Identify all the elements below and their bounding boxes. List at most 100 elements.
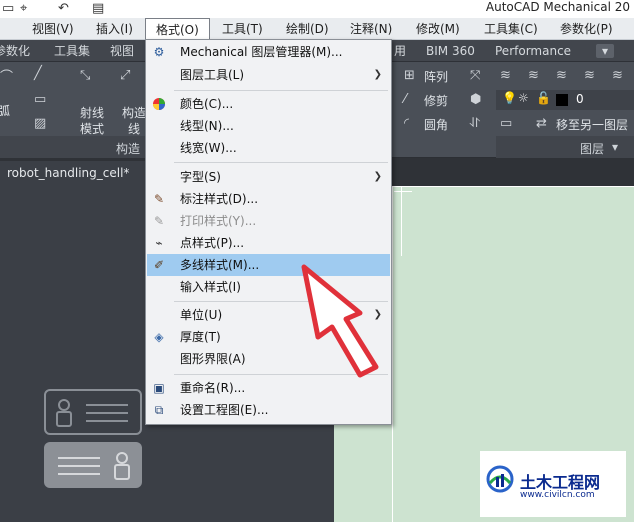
person-list-icon (56, 399, 128, 427)
ray-label: 射线 (80, 106, 105, 120)
menu-view[interactable]: 视图(V) (32, 18, 74, 40)
stretch-icon[interactable]: ⥯ (470, 116, 480, 131)
menu-item-label: 线宽(W)... (180, 141, 237, 155)
menu-item-label: 单位(U) (180, 308, 223, 322)
menu-insert[interactable]: 插入(I) (96, 18, 133, 40)
fillet-label[interactable]: 圆角 (424, 116, 448, 133)
file-tab[interactable]: robot_handling_cell* (0, 161, 146, 186)
crosshair-horizontal (394, 191, 412, 192)
mline-style-icon: ✐ (153, 258, 165, 272)
construct-label: 构造 (122, 106, 147, 120)
menu-annotate[interactable]: 注释(N) (350, 18, 392, 40)
menu-tools[interactable]: 工具(T) (222, 18, 263, 40)
ribbon-options-icon[interactable]: ▾ (596, 44, 615, 58)
layer-dropdown[interactable]: 💡 ☼ 🔓 0 (496, 90, 634, 110)
line-label: 线 (128, 122, 141, 136)
menu-item-label: 厚度(T) (180, 330, 221, 344)
menu-item-color[interactable]: 颜色(C)... (147, 93, 390, 115)
tab-partial[interactable]: 用 (394, 40, 406, 62)
unlock-icon: 🔓 (536, 91, 551, 105)
menu-item-dim-style[interactable]: ✎ 标注样式(D)... (147, 188, 390, 210)
cursor-icon: ⌖ (20, 1, 28, 16)
menu-item-lineweight[interactable]: 线宽(W)... (147, 137, 390, 159)
plot-style-icon: ✎ (153, 214, 165, 228)
move-layer-icon[interactable]: ⇄ (536, 116, 547, 131)
menu-item-label: Mechanical 图层管理器(M)... (180, 45, 343, 59)
layer-panel-title[interactable]: 图层 (580, 140, 604, 157)
menu-parametric[interactable]: 参数化(P) (560, 18, 613, 40)
plot-icon[interactable]: ▤ (92, 1, 104, 16)
layer-name: 0 (576, 92, 584, 106)
layer-off-icon[interactable]: ≋ (556, 68, 567, 83)
menu-item-label: 标注样式(D)... (180, 192, 259, 206)
array-label[interactable]: 阵列 (424, 68, 448, 85)
tab-view[interactable]: 视图 (110, 40, 134, 62)
sun-icon: ☼ (518, 91, 529, 105)
drawing-setup-icon: ⧉ (154, 403, 164, 417)
menu-draw[interactable]: 绘制(D) (286, 18, 329, 40)
menu-item-text-style[interactable]: 字型(S) ❯ (147, 166, 390, 188)
menu-item-label: 设置工程图(E)... (180, 403, 269, 417)
rename-icon: ▣ (153, 381, 165, 395)
save-icon[interactable]: ▭ (2, 1, 14, 16)
watermark: 土木工程网 www.civilcn.com (480, 451, 626, 517)
ray-icon[interactable]: ⤡ (80, 68, 90, 83)
crosshair-vertical (401, 186, 402, 256)
menu-item-plot-style: ✎ 打印样式(Y)... (147, 210, 390, 232)
annotation-arrow (301, 264, 379, 378)
tool-card-1[interactable] (44, 389, 142, 435)
layer-lock-icon[interactable]: ≋ (612, 68, 623, 83)
layer-state-icon[interactable]: ≋ (500, 68, 511, 83)
rectangle-icon[interactable]: ▭ (34, 92, 46, 107)
move-layer-label[interactable]: 移至另一图层 (556, 116, 628, 133)
menu-toolsets[interactable]: 工具集(C) (484, 18, 538, 40)
tab-toolsets[interactable]: 工具集 (54, 40, 90, 62)
app-title: AutoCAD Mechanical 20 (485, 0, 630, 14)
arc-label: 弧 (0, 104, 11, 118)
trim-icon[interactable]: ⁄ (404, 92, 406, 107)
construction-line-icon[interactable]: ⤢ (120, 68, 130, 83)
layer-color-swatch (556, 94, 568, 106)
menu-item-label: 输入样式(I) (180, 280, 241, 294)
tool-card-2[interactable] (44, 442, 142, 488)
menu-item-label: 重命名(R)... (180, 381, 246, 395)
array-icon[interactable]: ⊞ (404, 68, 415, 83)
explode-icon[interactable]: ⬢ (470, 92, 481, 107)
tab-bim360[interactable]: BIM 360 (426, 40, 475, 62)
layer-freeze-icon[interactable]: ≋ (584, 68, 595, 83)
menu-item-label: 图形界限(A) (180, 352, 246, 366)
offset-icon[interactable]: ⤧ (470, 68, 480, 83)
undo-icon[interactable]: ↶ (58, 1, 69, 16)
menu-separator (174, 162, 388, 163)
tab-performance[interactable]: Performance (495, 40, 571, 62)
fillet-icon[interactable]: ◜ (404, 116, 409, 131)
menu-item-layer-tools[interactable]: 图层工具(L) ❯ (147, 64, 390, 86)
menu-format[interactable]: 格式(O) (145, 18, 210, 41)
construct-panel-title[interactable]: 构造 (116, 140, 140, 157)
trim-label[interactable]: 修剪 (424, 92, 448, 109)
match-layer-icon[interactable]: ▭ (500, 116, 512, 131)
menu-item-mech-layer-manager[interactable]: ⚙ Mechanical 图层管理器(M)... (147, 41, 390, 63)
layer-panel-expand-icon[interactable]: ▾ (612, 140, 618, 154)
menu-modify[interactable]: 修改(M) (416, 18, 460, 40)
tab-parametric[interactable]: 参数化 (0, 40, 30, 62)
list-person-icon (58, 452, 130, 480)
menu-item-label: 图层工具(L) (180, 68, 245, 82)
color-wheel-icon (151, 96, 167, 112)
layer-manager-icon: ⚙ (153, 45, 165, 59)
title-bar: ▭ ⌖ ↶ ▤ AutoCAD Mechanical 20 (0, 0, 634, 18)
menu-item-label: 点样式(P)... (180, 236, 245, 250)
layer-isolate-icon[interactable]: ≋ (528, 68, 539, 83)
hatch-icon[interactable]: ▨ (34, 116, 46, 131)
menu-item-label: 打印样式(Y)... (180, 214, 257, 228)
menu-separator (174, 90, 388, 91)
menu-item-linetype[interactable]: 线型(N)... (147, 115, 390, 137)
submenu-arrow-icon: ❯ (373, 69, 382, 80)
bulb-icon: 💡 (502, 91, 517, 105)
menu-item-label: 字型(S) (180, 170, 221, 184)
thickness-icon: ◈ (154, 330, 164, 344)
line-icon[interactable]: ╱ (34, 66, 42, 81)
menu-item-drawing-setup[interactable]: ⧉ 设置工程图(E)... (147, 399, 390, 421)
menu-item-point-style[interactable]: ⌁ 点样式(P)... (147, 232, 390, 254)
arc-icon[interactable]: ⌒ (0, 66, 13, 85)
